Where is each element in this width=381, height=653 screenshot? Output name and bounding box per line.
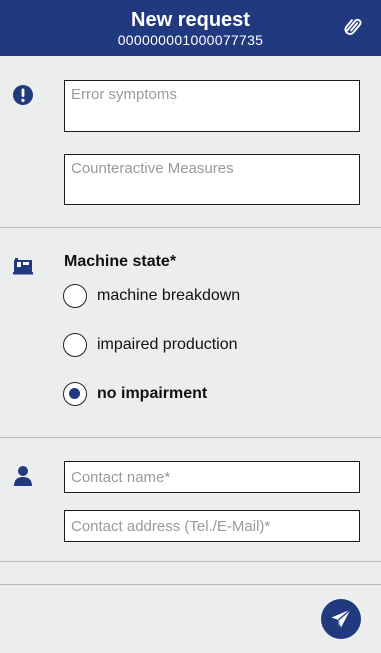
radio-button[interactable] xyxy=(63,333,87,357)
paper-plane-icon xyxy=(331,608,351,628)
page-title: New request xyxy=(131,9,250,31)
error-symptoms-field[interactable] xyxy=(64,80,360,132)
contact-address-field[interactable] xyxy=(64,510,360,542)
radio-label: impaired production xyxy=(97,336,238,353)
radio-label: no impairment xyxy=(97,385,208,402)
section-divider xyxy=(0,437,381,438)
radio-button[interactable] xyxy=(63,284,87,308)
radio-no-impairment[interactable]: no impairment xyxy=(63,381,207,407)
machine-state-label: Machine state* xyxy=(64,253,177,270)
machine-icon xyxy=(12,256,34,278)
attach-button[interactable] xyxy=(339,12,369,42)
section-divider xyxy=(0,561,381,562)
radio-machine-breakdown[interactable]: machine breakdown xyxy=(63,283,240,309)
contact-name-field[interactable] xyxy=(64,461,360,493)
person-icon xyxy=(12,465,34,487)
send-button[interactable] xyxy=(321,599,361,639)
exclamation-circle-icon xyxy=(12,84,34,106)
header-bar: New request 000000001000077735 xyxy=(0,0,381,56)
paperclip-icon xyxy=(344,18,362,35)
section-divider xyxy=(0,227,381,228)
radio-label: machine breakdown xyxy=(97,287,241,304)
counteractive-measures-field[interactable] xyxy=(64,154,360,205)
radio-impaired-production[interactable]: impaired production xyxy=(63,332,238,358)
radio-button-selected[interactable] xyxy=(63,382,87,406)
footer-divider xyxy=(0,584,381,585)
request-number: 000000001000077735 xyxy=(117,32,264,48)
